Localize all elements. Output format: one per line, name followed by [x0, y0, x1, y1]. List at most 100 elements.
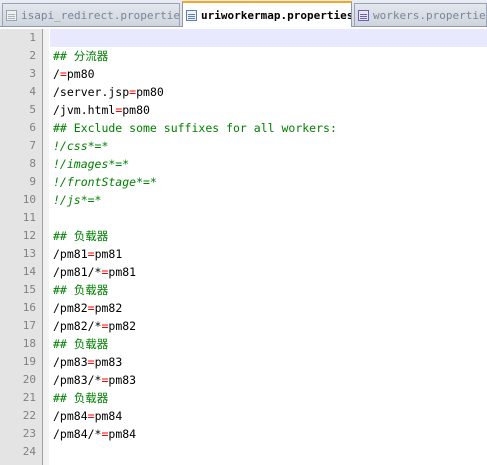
code-area: [50, 209, 487, 227]
code-line[interactable]: 5/jvm.html=pm80: [0, 101, 487, 119]
line-number: 20: [22, 373, 36, 386]
text-token: pm80: [136, 85, 164, 99]
text-token: ## 负载器: [53, 283, 109, 297]
code-area: [50, 443, 487, 461]
text-token: ## 负载器: [53, 391, 109, 405]
text-token: ## Exclude some suffixes for all workers…: [53, 121, 337, 135]
code-text: ## 分流器: [53, 47, 108, 65]
code-line[interactable]: 16/pm82=pm82: [0, 299, 487, 317]
text-token: /pm84/*: [53, 427, 102, 441]
text-token: ## 负载器: [53, 337, 109, 351]
code-line[interactable]: 10 !/js*=*: [0, 191, 487, 209]
code-line[interactable]: 8 !/images*=*: [0, 155, 487, 173]
code-text: !/js*=*: [53, 191, 101, 209]
code-text: /pm84/*=pm84: [53, 425, 136, 443]
text-token: pm83: [108, 373, 137, 387]
line-number: 3: [29, 67, 36, 80]
code-area: /pm81=pm81: [50, 245, 487, 263]
code-text: /server.jsp=pm80: [53, 83, 164, 101]
code-line[interactable]: 9 !/frontStage*=*: [0, 173, 487, 191]
code-line[interactable]: 14/pm81/*=pm81: [0, 263, 487, 281]
tab-label: isapi_redirect.properties: [21, 8, 180, 22]
text-token: /pm82: [53, 301, 88, 315]
file-icon: [6, 9, 17, 21]
line-number: 12: [22, 229, 36, 242]
code-line[interactable]: 24: [0, 443, 487, 461]
code-line[interactable]: 19/pm83=pm83: [0, 353, 487, 371]
code-area: ## 负载器: [50, 335, 487, 353]
text-token: /server.jsp: [53, 85, 130, 99]
line-number: 10: [22, 193, 36, 206]
line-number: 16: [22, 301, 36, 314]
line-number: 8: [29, 157, 36, 170]
code-area: ## 分流器: [50, 47, 487, 65]
code-line[interactable]: 11: [0, 209, 487, 227]
tab-workers[interactable]: workers.properties: [354, 3, 487, 26]
text-token: pm84: [108, 427, 137, 441]
code-line[interactable]: 7 !/css*=*: [0, 137, 487, 155]
code-area: /pm84=pm84: [50, 407, 487, 425]
tab-isapi-redirect[interactable]: isapi_redirect.properties: [2, 3, 180, 26]
code-line[interactable]: 22/pm84=pm84: [0, 407, 487, 425]
code-line[interactable]: 17/pm82/*=pm82: [0, 317, 487, 335]
code-text: /jvm.html=pm80: [53, 101, 150, 119]
code-area: !/js*=*: [50, 191, 487, 209]
code-line[interactable]: 13/pm81=pm81: [0, 245, 487, 263]
text-token: !/frontStage*=*: [53, 175, 157, 189]
code-line[interactable]: 12 ## 负载器: [0, 227, 487, 245]
code-line[interactable]: 18 ## 负载器: [0, 335, 487, 353]
text-token: pm83: [94, 355, 123, 369]
code-line[interactable]: 23/pm84/*=pm84: [0, 425, 487, 443]
line-number: 22: [22, 409, 36, 422]
text-token: /pm84: [53, 409, 88, 423]
code-line[interactable]: 3 /=pm80: [0, 65, 487, 83]
text-token: !/images*=*: [53, 157, 130, 171]
code-line[interactable]: 1: [0, 29, 487, 47]
code-text: /pm83=pm83: [53, 353, 122, 371]
text-token: pm84: [94, 409, 123, 423]
line-number: 15: [22, 283, 36, 296]
line-number: 21: [22, 391, 36, 404]
text-token: /jvm.html: [53, 103, 116, 117]
line-number: 5: [29, 103, 36, 116]
code-area: /pm81/*=pm81: [50, 263, 487, 281]
text-token: pm81: [94, 247, 123, 261]
text-token: pm80: [66, 67, 95, 81]
code-area: ## 负载器: [50, 281, 487, 299]
code-text: ## 负载器: [53, 335, 108, 353]
file-icon: [358, 9, 369, 21]
code-line[interactable]: 20/pm83/*=pm83: [0, 371, 487, 389]
line-number: 14: [22, 265, 36, 278]
code-text: !/images*=*: [53, 155, 129, 173]
code-text: /pm82/*=pm82: [53, 317, 136, 335]
code-text: ## 负载器: [53, 281, 108, 299]
line-number: 18: [22, 337, 36, 350]
code-line[interactable]: 2 ## 分流器: [0, 47, 487, 65]
code-area: /pm83=pm83: [50, 353, 487, 371]
text-token: /pm83: [53, 355, 88, 369]
line-number: 24: [22, 445, 36, 458]
line-number: 17: [22, 319, 36, 332]
code-area: !/images*=*: [50, 155, 487, 173]
code-text: !/css*=*: [53, 137, 108, 155]
code-area: /=pm80: [50, 65, 487, 83]
tab-uriworkermap[interactable]: uriworkermap.properties: [182, 1, 352, 27]
tab-bar: isapi_redirect.properties uriworkermap.p…: [0, 0, 487, 27]
operator-token: =: [59, 67, 67, 81]
code-editor[interactable]: 1 2 ## 分流器 3/=pm80 4/server.jsp=pm80 5/jvm.ht…: [0, 29, 487, 465]
code-line[interactable]: 4/server.jsp=pm80: [0, 83, 487, 101]
text-token: /pm83/*: [53, 373, 102, 387]
text-token: ## 负载器: [53, 229, 109, 243]
code-line[interactable]: 15 ## 负载器: [0, 281, 487, 299]
text-token: pm80: [122, 103, 150, 117]
code-area: ## 负载器: [50, 389, 487, 407]
code-line[interactable]: 6 ## Exclude some suffixes for all worker…: [0, 119, 487, 137]
line-number: 13: [22, 247, 36, 260]
code-area: /pm82=pm82: [50, 299, 487, 317]
text-token: /pm81/*: [53, 265, 102, 279]
code-text: ## 负载器: [53, 227, 108, 245]
code-line[interactable]: 21 ## 负载器: [0, 389, 487, 407]
text-token: pm81: [108, 265, 137, 279]
operator-token: =: [87, 247, 95, 261]
code-area: /pm82/*=pm82: [50, 317, 487, 335]
